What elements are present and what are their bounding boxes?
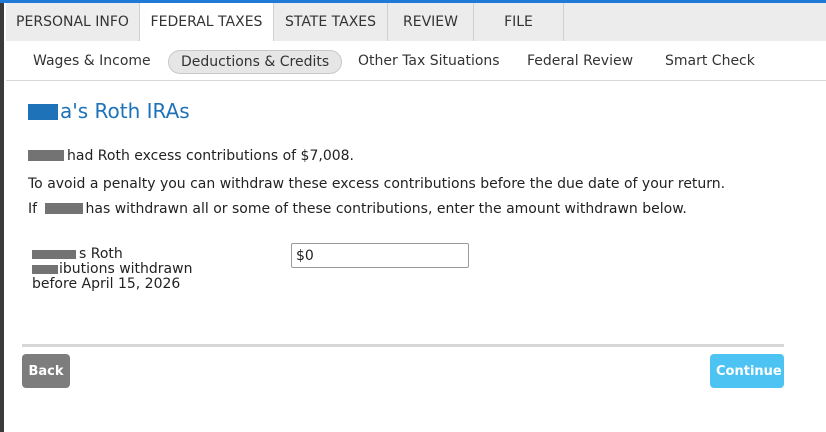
amount-withdrawn-label: s Roth ibutions withdrawn before April 1… [32, 247, 232, 292]
field-label-text: ibutions withdrawn [59, 261, 193, 277]
tab-personal-info[interactable]: PERSONAL INFO [6, 3, 140, 41]
tab-federal-taxes[interactable]: FEDERAL TAXES [140, 3, 274, 42]
page-title-text: a's Roth IRAs [60, 99, 190, 123]
subtab-other-tax-situations[interactable]: Other Tax Situations [358, 50, 500, 72]
field-label-line: before April 15, 2026 [32, 276, 181, 292]
tab-file[interactable]: FILE [474, 3, 564, 41]
footer-divider [22, 344, 784, 347]
page-title: a's Roth IRAs [28, 99, 190, 123]
subtab-federal-review[interactable]: Federal Review [527, 50, 633, 72]
tab-label: STATE TAXES [284, 14, 377, 30]
tab-label: PERSONAL INFO [16, 14, 129, 30]
redacted-name [44, 203, 83, 214]
tab-label: REVIEW [403, 14, 458, 30]
top-tab-bar: PERSONAL INFO FEDERAL TAXES STATE TAXES … [6, 3, 826, 42]
penalty-info-text: To avoid a penalty you can withdraw thes… [28, 176, 726, 192]
redacted-name [28, 150, 64, 161]
excess-contribution-text: had Roth excess contributions of $7,008. [28, 148, 354, 164]
redacted-text [32, 265, 58, 274]
amount-withdrawn-input[interactable] [291, 243, 469, 268]
field-label-text: s Roth [79, 246, 123, 262]
excess-contribution-line: had Roth excess contributions of $7,008. [67, 148, 354, 164]
continue-button[interactable]: Continue [710, 354, 784, 388]
subtab-wages-income[interactable]: Wages & Income [33, 50, 151, 72]
window-left-edge [0, 3, 4, 432]
subtab-smart-check[interactable]: Smart Check [665, 50, 755, 72]
tab-label: FILE [504, 14, 533, 30]
tab-review[interactable]: REVIEW [388, 3, 474, 41]
field-label-line: ibutions withdrawn [32, 262, 232, 277]
tab-label: FEDERAL TAXES [150, 14, 263, 30]
field-label-line: s Roth [32, 247, 232, 262]
instruction-suffix: has withdrawn all or some of these contr… [85, 201, 687, 217]
tab-state-taxes[interactable]: STATE TAXES [274, 3, 388, 41]
withdrawal-instruction-text: If has withdrawn all or some of these co… [28, 201, 687, 217]
redacted-name [28, 104, 58, 120]
sub-tab-bar: Wages & Income Deductions & Credits Othe… [6, 41, 826, 81]
redacted-name [32, 250, 76, 259]
app-window: PERSONAL INFO FEDERAL TAXES STATE TAXES … [0, 0, 826, 432]
subtab-deductions-credits[interactable]: Deductions & Credits [168, 50, 343, 74]
instruction-prefix: If [28, 201, 38, 217]
back-button[interactable]: Back [22, 354, 70, 388]
